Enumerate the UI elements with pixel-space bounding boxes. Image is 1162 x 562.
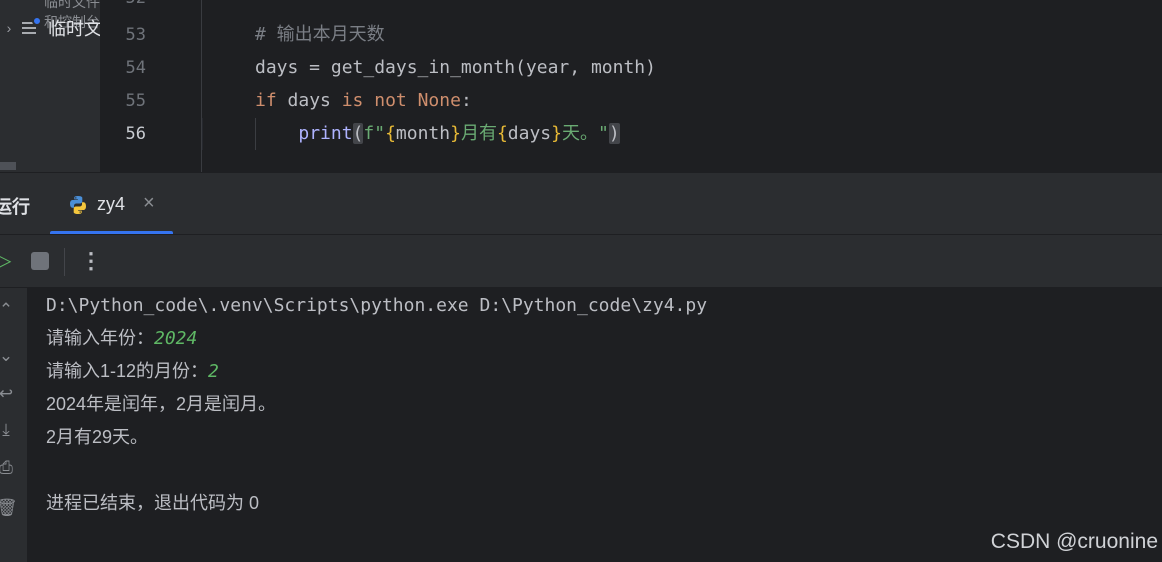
close-icon[interactable]: × bbox=[143, 192, 155, 215]
scratch-file-icon bbox=[20, 16, 44, 38]
rerun-icon[interactable]: ▷ bbox=[0, 249, 16, 273]
python-icon bbox=[70, 196, 86, 214]
code-token: is not None bbox=[341, 90, 461, 111]
toolbar-divider bbox=[64, 248, 65, 276]
code-token: } bbox=[551, 123, 562, 144]
tab-label: zy4 bbox=[97, 194, 126, 214]
console-output[interactable]: D:\Python_code\.venv\Scripts\python.exe … bbox=[28, 288, 1162, 562]
chevron-right-icon[interactable]: › bbox=[0, 20, 18, 36]
code-token: 天。" bbox=[562, 123, 609, 144]
print-icon[interactable]: ⎙ bbox=[0, 458, 16, 478]
line-number: 55 bbox=[125, 91, 146, 111]
run-tool-window-title: 运行 bbox=[0, 197, 30, 217]
line-number-current: 56 bbox=[125, 124, 146, 144]
scroll-to-end-icon[interactable]: ⤓ bbox=[0, 420, 16, 440]
console-result-days: 2月有29天。 bbox=[46, 427, 149, 447]
code-token: # 输出本月天数 bbox=[255, 24, 385, 45]
line-number: 53 bbox=[125, 25, 146, 45]
more-options-icon[interactable]: ⋮ bbox=[80, 247, 102, 275]
code-line-53[interactable]: # 输出本月天数 bbox=[255, 18, 385, 51]
code-token: days = get_days_in_month(year, month) bbox=[255, 57, 656, 78]
code-line-55[interactable]: if days is not None: bbox=[255, 84, 472, 117]
code-token: days bbox=[276, 90, 342, 111]
console-line-year: 请输入年份：2024 bbox=[46, 322, 197, 355]
scratches-item[interactable]: › 临时文 bbox=[0, 14, 100, 42]
code-line-56[interactable]: print(f"{month}月有{days}天。") bbox=[255, 117, 620, 150]
code-token: } bbox=[450, 123, 461, 144]
scroll-up-icon[interactable]: ⌃ bbox=[0, 300, 16, 320]
code-token: ) bbox=[608, 123, 620, 144]
run-tool-window-header: 运行 zy4 × bbox=[0, 172, 1162, 235]
code-token: { bbox=[385, 123, 396, 144]
editor-gutter: 52 53 54 55 56 bbox=[100, 0, 202, 172]
stop-icon[interactable] bbox=[31, 252, 49, 270]
project-panel: 临时文件和控制台 › 临时文 bbox=[0, 0, 100, 172]
line-number: 54 bbox=[125, 58, 146, 78]
code-token: month bbox=[395, 123, 451, 144]
code-token: { bbox=[496, 123, 508, 144]
code-token: f" bbox=[363, 123, 386, 144]
code-editor[interactable]: # 输出本月天数 days = get_days_in_month(year, … bbox=[203, 0, 1162, 172]
code-token: 月有 bbox=[460, 123, 497, 144]
code-token: print bbox=[298, 123, 353, 144]
prompt-month: 请输入1-12的月份： bbox=[46, 361, 209, 381]
code-token: days bbox=[507, 123, 552, 144]
console-result-leap: 2024年是闰年，2月是闰月。 bbox=[46, 394, 277, 414]
code-line-54[interactable]: days = get_days_in_month(year, month) bbox=[255, 51, 656, 84]
soft-wrap-icon[interactable]: ↩ bbox=[0, 384, 16, 404]
console-line-month: 请输入1-12的月份：2 bbox=[46, 355, 219, 388]
console-command-line: D:\Python_code\.venv\Scripts\python.exe … bbox=[46, 295, 708, 316]
console-side-toolbar: ⌃ ⌄ ↩ ⤓ ⎙ 🗑 bbox=[0, 288, 28, 562]
input-year: 2024 bbox=[154, 328, 198, 349]
trash-icon[interactable]: 🗑 bbox=[0, 498, 18, 518]
line-number: 52 bbox=[100, 0, 146, 8]
watermark: CSDN @cruonine bbox=[990, 530, 1158, 553]
scratches-label: 临时文 bbox=[48, 19, 100, 39]
scroll-down-icon[interactable]: ⌄ bbox=[0, 346, 16, 366]
code-token: if bbox=[255, 90, 277, 111]
input-month: 2 bbox=[208, 361, 219, 382]
tab-zy4[interactable]: zy4 × bbox=[50, 173, 173, 235]
run-toolbar: ▷ ⋮ bbox=[0, 234, 1162, 288]
code-token: ( bbox=[352, 123, 364, 144]
prompt-year: 请输入年份： bbox=[46, 328, 154, 348]
horizontal-scrollbar[interactable] bbox=[0, 162, 16, 170]
console-exit-message: 进程已结束，退出代码为 0 bbox=[46, 493, 260, 513]
code-token: : bbox=[460, 90, 472, 111]
